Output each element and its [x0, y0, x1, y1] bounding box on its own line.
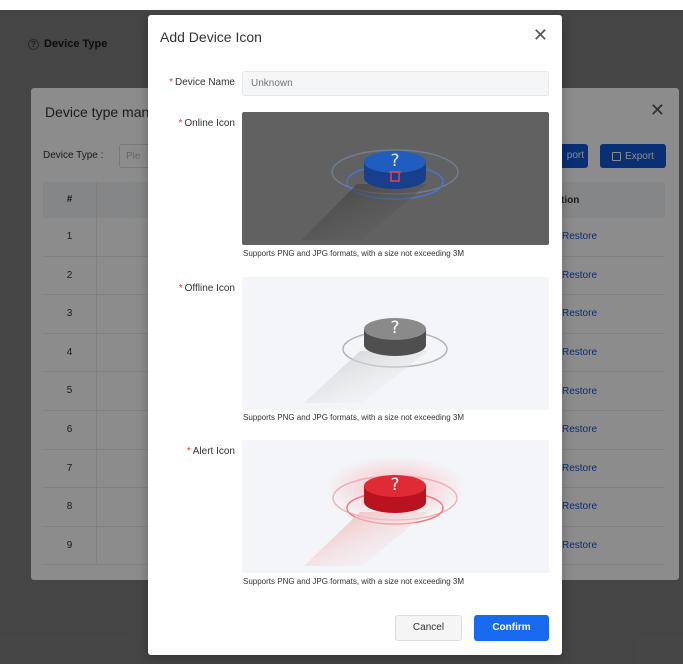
offline-icon-label: * Offline Icon [178, 283, 235, 294]
alert-icon-label: * Alert Icon [186, 446, 235, 457]
icon-glyph: ? [390, 151, 399, 171]
alert-device-icon: ? [304, 456, 465, 566]
add-device-icon-dialog: Add Device Icon ✕ *Device Name *Online I… [148, 15, 562, 655]
close-icon[interactable]: ✕ [533, 25, 548, 46]
offline-icon-upload[interactable]: ? [242, 277, 549, 410]
offline-device-icon: ? [304, 318, 448, 403]
device-name-label: * Device Name [169, 77, 235, 88]
icon-glyph: ? [390, 475, 399, 495]
cancel-button[interactable]: Cancel [395, 615, 462, 641]
online-icon-upload[interactable]: ? [242, 112, 549, 245]
online-device-icon: ? [302, 149, 459, 240]
online-icon-label: * Online Icon [178, 118, 236, 129]
required-mark: * [178, 118, 183, 129]
upload-hint: Supports PNG and JPG formats, with a siz… [243, 577, 464, 586]
icon-glyph: ? [390, 318, 399, 338]
device-name-input[interactable] [242, 71, 549, 96]
required-mark: * [178, 283, 183, 294]
required-mark: * [169, 77, 173, 88]
alert-icon-upload[interactable]: ? [242, 440, 549, 573]
dialog-title: Add Device Icon [160, 29, 262, 45]
upload-hint: Supports PNG and JPG formats, with a siz… [243, 413, 464, 422]
confirm-button[interactable]: Confirm [474, 615, 549, 641]
upload-hint: Supports PNG and JPG formats, with a siz… [243, 249, 464, 258]
required-mark: * [186, 446, 191, 457]
